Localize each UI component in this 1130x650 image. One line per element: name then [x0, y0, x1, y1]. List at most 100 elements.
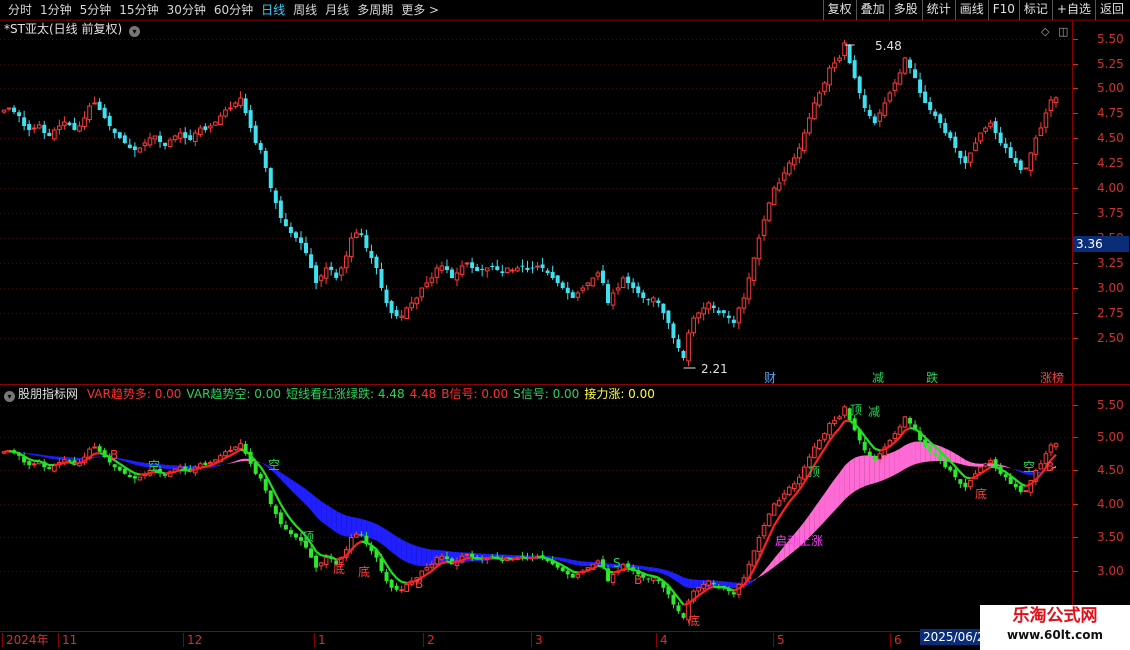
candle-body — [273, 190, 278, 203]
short-term-line — [984, 466, 992, 472]
trend-ribbon — [572, 559, 578, 566]
candle-body — [57, 125, 62, 130]
trend-ribbon — [280, 472, 286, 485]
candle-body — [827, 423, 832, 436]
short-term-line — [597, 564, 604, 568]
collapse-icon[interactable]: ◫ — [1058, 25, 1068, 39]
candle-body — [570, 292, 575, 298]
candle-body — [318, 275, 324, 281]
candle-body — [842, 406, 847, 416]
chevron-down-icon[interactable]: ▾ — [4, 391, 15, 402]
candle-body — [676, 605, 681, 612]
short-term-line — [401, 580, 407, 584]
candle-body — [223, 451, 228, 457]
candle-body — [283, 524, 288, 530]
date-label: 11 — [58, 633, 77, 647]
trend-ribbon — [814, 500, 820, 533]
short-term-line — [164, 471, 171, 475]
short-term-line — [582, 569, 589, 574]
short-term-line — [144, 471, 151, 476]
trend-ribbon — [764, 564, 770, 575]
main-pane-title[interactable]: *ST亚太(日线 前复权) ▾ — [4, 21, 143, 37]
candle-body — [223, 109, 228, 117]
candle-body — [822, 433, 827, 440]
candle-body — [892, 433, 898, 440]
candle-body — [314, 555, 319, 568]
candle-body — [731, 592, 736, 595]
short-term-line — [632, 568, 639, 573]
candle-body — [776, 500, 782, 506]
event-marker-fall[interactable]: 跌 — [926, 371, 938, 385]
trend-ribbon — [336, 510, 342, 536]
candle-body — [409, 302, 415, 309]
candle-body — [429, 563, 435, 568]
event-marker-fin[interactable]: 财 — [764, 371, 776, 385]
trend-ribbon — [411, 544, 417, 566]
trend-ribbon — [170, 465, 176, 470]
trend-ribbon — [396, 536, 402, 560]
candle-body — [444, 266, 449, 270]
candle-body — [163, 142, 168, 146]
candle-body — [233, 102, 238, 108]
trend-ribbon — [139, 462, 145, 467]
date-label: 5 — [773, 633, 785, 647]
trend-ribbon — [648, 566, 654, 572]
candle-body — [781, 172, 787, 181]
candle-body — [721, 310, 726, 313]
candle-body — [419, 287, 425, 298]
current-price-badge: 3.36 — [1073, 236, 1129, 252]
short-term-line — [823, 439, 831, 450]
candle-body — [288, 530, 293, 535]
trend-ribbon — [693, 579, 699, 589]
candle-body — [31, 463, 37, 466]
diamond-icon[interactable]: ◇ — [1041, 25, 1049, 39]
candle-body — [404, 583, 409, 592]
trend-ribbon — [316, 497, 322, 522]
trend-ribbon — [346, 515, 352, 537]
short-term-line — [361, 540, 367, 544]
candle-body — [540, 264, 545, 268]
candle-body — [77, 125, 82, 132]
candle-body — [1028, 152, 1034, 171]
candle-body — [908, 418, 913, 424]
trend-ribbon — [260, 462, 266, 466]
trend-ribbon — [889, 451, 895, 478]
candle-body — [696, 312, 701, 319]
candle-body — [812, 446, 817, 459]
candle-body — [1003, 143, 1008, 148]
candle-body — [278, 512, 283, 525]
candle-body — [968, 152, 973, 163]
short-term-line — [13, 450, 20, 455]
candle-body — [298, 237, 303, 243]
candle-body — [213, 121, 218, 126]
short-term-line — [315, 550, 322, 557]
trend-ribbon — [824, 486, 830, 522]
indicator-title-row[interactable]: ▾ 股朋指标网 VAR趋势多: 0.00 VAR趋势空: 0.00 短线看红涨绿跌: … — [4, 386, 655, 402]
stock-chart[interactable] — [0, 0, 1130, 650]
candle-body — [464, 262, 470, 265]
candle-body — [933, 111, 938, 116]
chevron-down-icon[interactable]: ▾ — [128, 26, 140, 37]
candle-body — [12, 107, 17, 112]
trend-ribbon — [864, 455, 870, 487]
candle-body — [137, 476, 143, 481]
short-term-line — [487, 556, 493, 560]
event-marker-reduce[interactable]: 减 — [872, 371, 884, 385]
candle-body — [459, 265, 465, 275]
trend-ribbon — [69, 457, 75, 461]
candle-body — [928, 102, 933, 110]
candle-body — [741, 297, 747, 309]
candle-body — [500, 559, 505, 561]
candle-body — [993, 121, 998, 133]
trend-ribbon — [748, 579, 754, 585]
candle-body — [973, 142, 978, 151]
candle-body — [807, 117, 812, 134]
indicator-tick: 5.00 — [1097, 430, 1124, 444]
trend-ribbon — [34, 453, 40, 457]
candle-body — [349, 237, 354, 258]
short-term-line — [451, 560, 458, 564]
short-term-line — [18, 452, 25, 458]
short-term-line — [395, 577, 403, 583]
trend-ribbon — [759, 570, 765, 578]
event-marker-top-gainers[interactable]: 涨榜 — [1040, 371, 1064, 385]
